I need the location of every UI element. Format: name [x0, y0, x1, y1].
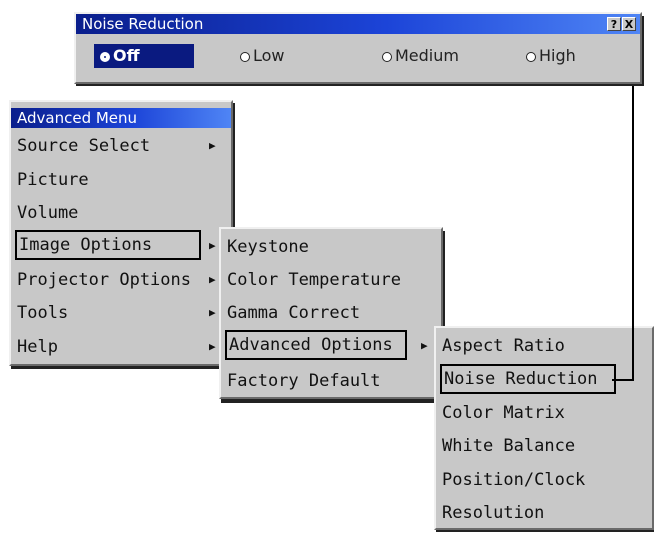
- menu-item-factory-default[interactable]: Factory Default: [225, 366, 381, 396]
- radio-option-off[interactable]: Off: [94, 44, 194, 68]
- menu-item-source-select[interactable]: Source Select: [15, 131, 150, 161]
- advanced-options-menu: Aspect Ratio Noise Reduction Color Matri…: [434, 326, 654, 530]
- radio-option-low[interactable]: Low: [240, 44, 285, 68]
- submenu-arrow-icon: ▶: [209, 239, 216, 252]
- advanced-menu-title: Advanced Menu: [17, 109, 138, 127]
- radio-icon: [526, 51, 536, 62]
- radio-label-low: Low: [253, 46, 285, 65]
- submenu-arrow-icon: ▶: [421, 339, 428, 352]
- radio-selected-icon: [100, 51, 110, 62]
- submenu-arrow-icon: ▶: [209, 306, 216, 319]
- radio-label-off: Off: [113, 46, 140, 65]
- noise-reduction-dialog: Noise Reduction ? X Off Low Medium High: [74, 12, 642, 84]
- noise-dialog-title: Noise Reduction: [82, 15, 204, 33]
- radio-option-medium[interactable]: Medium: [382, 44, 459, 68]
- connector-line-horizontal: [612, 379, 634, 381]
- noise-dialog-titlebar: Noise Reduction: [76, 14, 640, 34]
- radio-option-high[interactable]: High: [526, 44, 576, 68]
- radio-icon: [382, 51, 392, 62]
- radio-label-high: High: [539, 46, 576, 65]
- submenu-arrow-icon: ▶: [209, 139, 216, 152]
- menu-item-projector-options[interactable]: Projector Options: [15, 265, 191, 295]
- close-button[interactable]: X: [622, 17, 636, 31]
- menu-item-noise-reduction[interactable]: Noise Reduction: [440, 364, 616, 394]
- menu-item-keystone[interactable]: Keystone: [225, 232, 309, 262]
- submenu-arrow-icon: ▶: [209, 273, 216, 286]
- menu-item-color-matrix[interactable]: Color Matrix: [440, 398, 565, 428]
- image-options-menu: Keystone Color Temperature Gamma Correct…: [219, 227, 443, 399]
- menu-item-white-balance[interactable]: White Balance: [440, 431, 575, 461]
- menu-item-color-temperature[interactable]: Color Temperature: [225, 265, 401, 295]
- menu-item-aspect-ratio[interactable]: Aspect Ratio: [440, 331, 565, 361]
- menu-item-picture[interactable]: Picture: [15, 165, 89, 195]
- radio-icon: [240, 51, 250, 62]
- menu-item-tools[interactable]: Tools: [15, 298, 68, 328]
- connector-line-vertical: [632, 86, 634, 381]
- advanced-menu: Advanced Menu Source Select ▶ Picture Vo…: [9, 100, 233, 366]
- menu-item-volume[interactable]: Volume: [15, 198, 78, 228]
- submenu-arrow-icon: ▶: [209, 340, 216, 353]
- advanced-menu-titlebar: Advanced Menu: [11, 108, 231, 128]
- help-button[interactable]: ?: [607, 17, 621, 31]
- menu-item-position-clock[interactable]: Position/Clock: [440, 465, 585, 495]
- radio-label-medium: Medium: [395, 46, 459, 65]
- menu-item-help[interactable]: Help: [15, 332, 58, 362]
- menu-item-advanced-options[interactable]: Advanced Options: [225, 330, 407, 360]
- menu-item-image-options[interactable]: Image Options: [15, 230, 201, 260]
- menu-item-gamma-correct[interactable]: Gamma Correct: [225, 298, 360, 328]
- menu-item-resolution[interactable]: Resolution: [440, 498, 544, 528]
